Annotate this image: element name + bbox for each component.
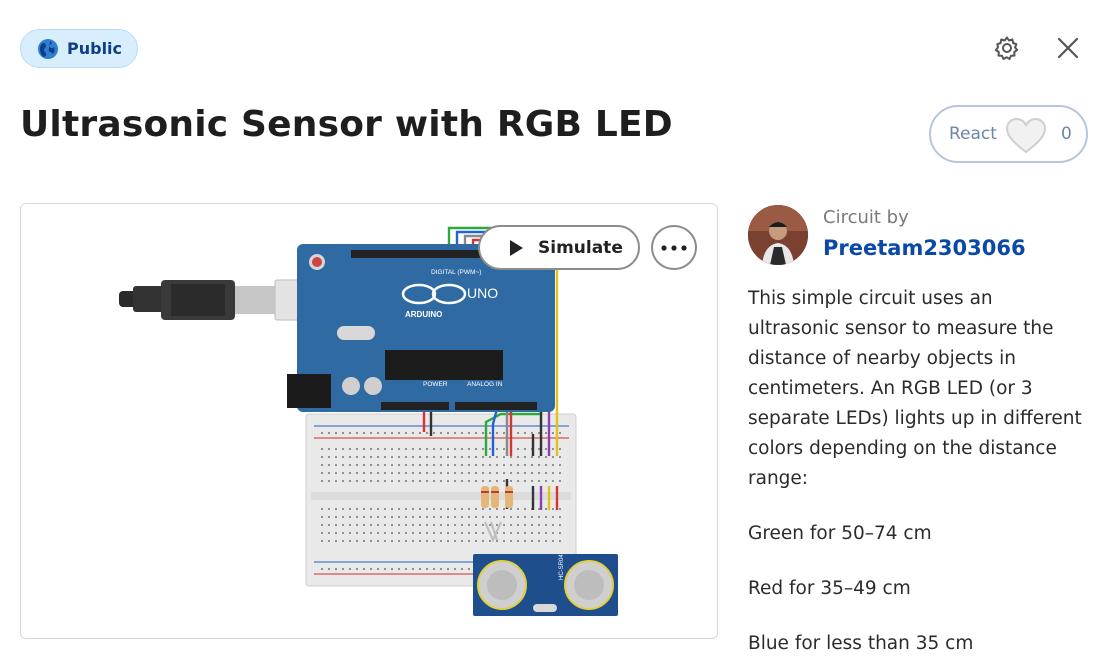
power-header: POWER: [423, 381, 448, 388]
react-label: React: [949, 124, 997, 144]
simulate-label: Simulate: [538, 237, 623, 258]
visibility-label: Public: [67, 39, 123, 58]
description-item-red: Red for 35–49 cm: [748, 578, 911, 599]
simulate-button[interactable]: Simulate: [478, 225, 640, 270]
heart-icon: [1005, 117, 1047, 154]
circuit-viewer[interactable]: UNO ARDUINO DIGITAL (PWM~) POWER ANALOG …: [20, 203, 718, 639]
author-caption: Circuit by: [823, 207, 909, 228]
more-icon: [661, 244, 687, 251]
play-icon: [510, 239, 523, 256]
react-count: 0: [1061, 124, 1072, 144]
board-model: UNO: [467, 285, 498, 301]
page-title: Ultrasonic Sensor with RGB LED: [20, 104, 673, 145]
description-item-blue: Blue for less than 35 cm: [748, 633, 974, 654]
author-link[interactable]: Preetam2303066: [823, 236, 1026, 260]
close-icon[interactable]: [1053, 32, 1083, 64]
sensor-model: HC-SR04: [559, 554, 565, 580]
more-button[interactable]: [651, 225, 697, 270]
gear-icon[interactable]: [992, 32, 1022, 64]
description-item-green: Green for 50–74 cm: [748, 523, 932, 544]
visibility-badge[interactable]: Public: [20, 29, 138, 68]
board-brand: ARDUINO: [405, 310, 442, 319]
description-intro: This simple circuit uses an ultrasonic s…: [748, 288, 1082, 489]
digital-header: DIGITAL (PWM~): [431, 269, 481, 276]
project-description: This simple circuit uses an ultrasonic s…: [748, 284, 1088, 656]
ultrasonic-sensor: HC-SR04: [473, 554, 618, 616]
avatar[interactable]: [748, 205, 808, 265]
react-button[interactable]: React 0: [929, 105, 1088, 163]
globe-icon: [38, 38, 58, 59]
analog-header: ANALOG IN: [467, 381, 503, 388]
resistors: [481, 486, 513, 508]
